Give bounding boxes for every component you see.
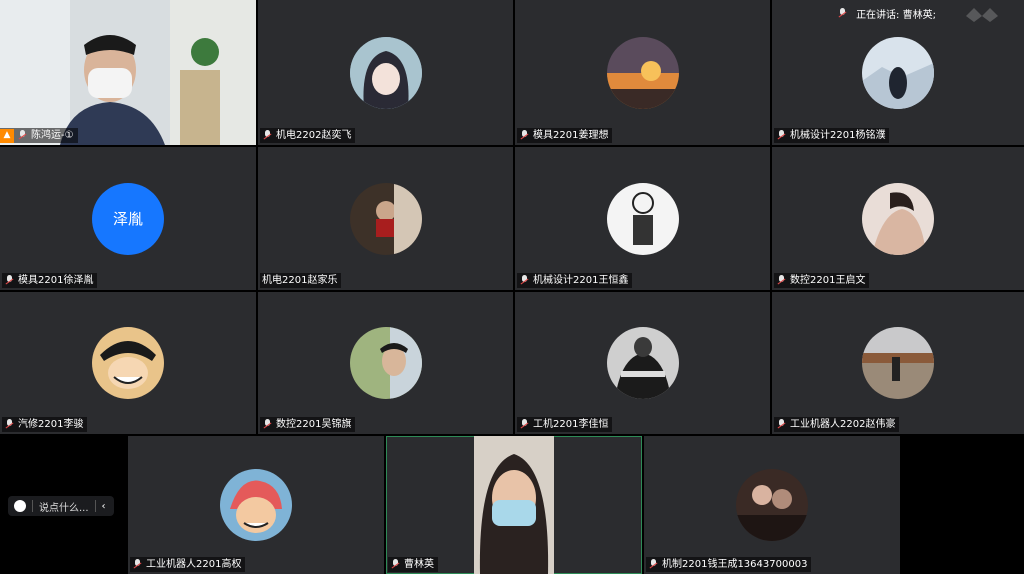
participant-label: 机械设计2201杨铭濮 (774, 128, 890, 143)
participant-label: 工业机器人2202赵伟豪 (774, 417, 900, 432)
participant-name: 数控2201王启文 (790, 275, 866, 286)
avatar (606, 182, 679, 255)
mic-muted-icon (837, 8, 848, 19)
participant-label: 汽修2201李骏 (2, 417, 88, 432)
participant-name: 机电2201赵家乐 (262, 275, 338, 286)
participant-name: 汽修2201李骏 (18, 419, 84, 430)
mic-muted-icon (519, 419, 530, 430)
participant-tile[interactable]: 数控2201王启文 (772, 147, 1024, 290)
participant-tile[interactable]: 模具2201姜理想 (515, 0, 770, 145)
participant-label: 数控2201王启文 (774, 273, 870, 288)
mic-muted-icon (262, 130, 273, 141)
divider (32, 500, 33, 512)
avatar (606, 36, 679, 109)
participant-label: 机电2202赵奕飞 (260, 128, 356, 143)
participant-name: 曹林英 (404, 559, 434, 570)
mic-muted-icon (519, 275, 530, 286)
participant-label: 工机2201李佳恒 (517, 417, 613, 432)
mic-muted-icon (4, 419, 15, 430)
divider (94, 500, 96, 512)
participant-name: 机械设计2201王恒鑫 (533, 275, 629, 286)
participant-label: 模具2201徐泽胤 (2, 273, 98, 288)
participant-label: ▲ 陈鸿运-① (0, 128, 78, 143)
participant-tile[interactable]: 数控2201吴锦旗 (258, 292, 513, 434)
participant-name: 工机2201李佳恒 (533, 419, 609, 430)
avatar (606, 327, 679, 399)
participant-tile[interactable]: 机械设计2201王恒鑫 (515, 147, 770, 290)
avatar (862, 36, 934, 109)
participant-name: 机制2201钱王成13643700003 (662, 559, 808, 570)
avatar (349, 327, 422, 399)
avatar (220, 469, 292, 541)
mic-muted-icon (17, 130, 28, 141)
collapse-chevron-icon[interactable]: ‹ (102, 501, 106, 512)
avatar-initials: 泽胤 (112, 210, 143, 228)
participant-tile[interactable]: 汽修2201李骏 (0, 292, 256, 434)
avatar (349, 182, 422, 255)
avatar (862, 327, 934, 399)
mic-muted-icon (648, 559, 659, 570)
participant-name: 机械设计2201杨铭濮 (790, 130, 886, 141)
mic-muted-icon (132, 559, 143, 570)
participant-name: 机电2202赵奕飞 (276, 130, 352, 141)
participant-name: 陈鸿运-① (31, 130, 74, 141)
participant-label: 模具2201姜理想 (517, 128, 613, 143)
active-speaker-indicator: 正在讲话: 曹林英; (837, 6, 936, 21)
participant-tile[interactable]: 机电2202赵奕飞 (258, 0, 513, 145)
app-logo-icon (966, 8, 998, 22)
mic-muted-icon (4, 275, 15, 286)
host-icon: ▲ (0, 128, 14, 143)
participant-tile[interactable]: 工业机器人2202赵伟豪 (772, 292, 1024, 434)
avatar: 泽胤 (92, 182, 164, 255)
mic-muted-icon (776, 275, 787, 286)
participant-tile-active[interactable]: 曹林英 (386, 436, 642, 574)
participant-name: 模具2201姜理想 (533, 130, 609, 141)
avatar (862, 182, 934, 255)
self-video (0, 0, 256, 145)
participant-tile[interactable]: 机电2201赵家乐 (258, 147, 513, 290)
participant-tile[interactable]: ▲ 陈鸿运-① (0, 0, 256, 145)
participant-tile[interactable]: 工业机器人2201高权 (128, 436, 384, 574)
participant-tile[interactable]: 正在讲话: 曹林英; 机械设计2201杨铭濮 (772, 0, 1024, 145)
participant-label: 机电2201赵家乐 (260, 273, 342, 288)
avatar (92, 327, 164, 399)
avatar (736, 469, 808, 541)
mic-muted-icon (776, 130, 787, 141)
participant-label: 机制2201钱王成13643700003 (646, 557, 812, 572)
mic-icon (390, 559, 401, 570)
mic-muted-icon (519, 130, 530, 141)
chat-input-pill[interactable]: 说点什么... ‹ (8, 496, 114, 516)
participant-video (474, 436, 554, 574)
mic-muted-icon (262, 419, 273, 430)
participant-label: 曹林英 (388, 557, 438, 572)
emoji-icon[interactable] (14, 500, 26, 512)
participant-name: 模具2201徐泽胤 (18, 275, 94, 286)
participant-name: 数控2201吴锦旗 (276, 419, 352, 430)
participant-label: 工业机器人2201高权 (130, 557, 246, 572)
participant-name: 工业机器人2201高权 (146, 559, 242, 570)
participant-tile[interactable]: 泽胤 模具2201徐泽胤 (0, 147, 256, 290)
participant-name: 工业机器人2202赵伟豪 (790, 419, 896, 430)
participant-tile[interactable]: 机制2201钱王成13643700003 (644, 436, 900, 574)
mic-muted-icon (776, 419, 787, 430)
participant-tile[interactable]: 工机2201李佳恒 (515, 292, 770, 434)
participant-label: 机械设计2201王恒鑫 (517, 273, 633, 288)
avatar (349, 36, 422, 109)
participant-label: 数控2201吴锦旗 (260, 417, 356, 432)
chat-placeholder: 说点什么... (39, 502, 89, 514)
